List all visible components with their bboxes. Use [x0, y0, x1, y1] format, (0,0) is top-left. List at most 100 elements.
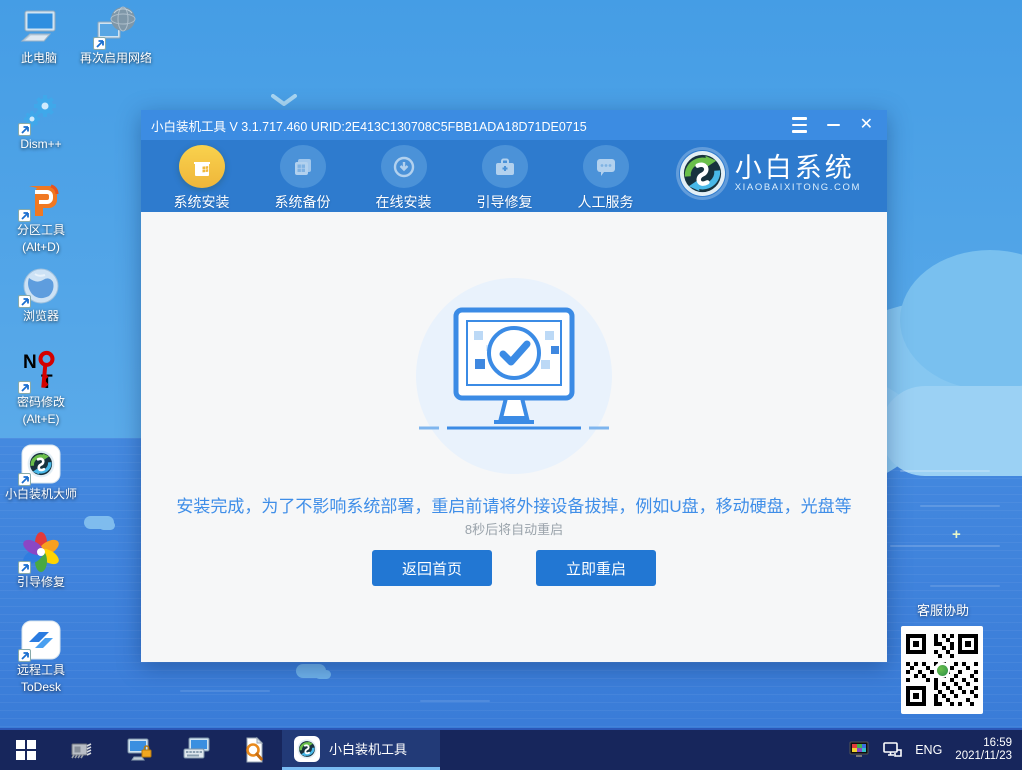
clock-time: 16:59: [955, 737, 1012, 751]
taskbar-icon-search-doc[interactable]: [226, 730, 282, 770]
xiaobai-swirl-icon: [2, 442, 80, 484]
tab-support[interactable]: 人工服务: [555, 140, 656, 212]
display-color-icon[interactable]: [849, 741, 869, 759]
minimize-icon[interactable]: [827, 124, 840, 127]
computer-lock-icon: [125, 737, 153, 763]
back-home-button[interactable]: 返回首页: [372, 550, 492, 586]
shortcut-arrow-icon: [18, 561, 31, 574]
small-cloud: [99, 521, 115, 530]
desktop-icon-label: Dism++: [2, 137, 80, 151]
gears-icon: [2, 92, 80, 134]
taskbar: 小白装机工具 ENG 16:59 2021/11/23: [0, 728, 1022, 770]
shortcut-arrow-icon: [18, 123, 31, 136]
network-icon[interactable]: [882, 742, 902, 758]
language-indicator[interactable]: ENG: [915, 743, 942, 757]
taskbar-icon-cpu-tool[interactable]: [52, 730, 110, 770]
desktop-icon-browser[interactable]: 浏览器: [2, 264, 80, 323]
desktop-icon-this-pc[interactable]: 此电脑: [0, 6, 78, 65]
desktop-icon-label: 远程工具: [2, 663, 80, 677]
window-titlebar[interactable]: 小白装机工具 V 3.1.717.460 URID:2E413C130708C5…: [141, 110, 887, 140]
taskbar-app-xiaobai[interactable]: 小白装机工具: [282, 730, 440, 770]
boot-repair-icon: [482, 145, 528, 188]
shortcut-arrow-icon: [18, 649, 31, 662]
desktop-icon-label: 浏览器: [2, 309, 80, 323]
online-install-icon: [381, 145, 427, 188]
qr-code: [901, 626, 983, 714]
desktop: + 此电脑 再次启用网络: [0, 0, 1022, 770]
tab-label: 在线安装: [376, 192, 432, 212]
shortcut-arrow-icon: [18, 473, 31, 486]
keyboard-monitor-icon: [182, 737, 212, 763]
clock[interactable]: 16:59 2021/11/23: [955, 737, 1012, 764]
tab-label: 人工服务: [578, 192, 634, 212]
partition-tool-icon: [2, 178, 80, 220]
desktop-icon-label: 密码修改: [2, 395, 80, 409]
desktop-icon-boot-repair[interactable]: 引导修复: [2, 530, 80, 589]
menu-icon[interactable]: [792, 115, 807, 135]
desktop-icon-sublabel: (Alt+D): [2, 240, 80, 254]
nav-bar: 系统安装 系统备份 在: [141, 140, 887, 212]
taskbar-icon-pc-lock-tool[interactable]: [110, 730, 168, 770]
chip-icon: [68, 739, 94, 761]
desktop-icon-password-reset[interactable]: N T 密码修改 (Alt+E): [2, 350, 80, 426]
tab-system-backup[interactable]: 系统备份: [252, 140, 353, 212]
start-button[interactable]: [0, 730, 52, 770]
support-panel: 客服协助: [901, 600, 985, 714]
browser-globe-icon: [2, 264, 80, 306]
window-content: 安装完成，为了不影响系统部署，重启前请将外接设备拔掉，例如U盘，移动硬盘，光盘等…: [141, 212, 887, 662]
desktop-icon-sublabel: ToDesk: [2, 680, 80, 694]
brand-swirl-icon: [679, 150, 726, 197]
tab-label: 引导修复: [477, 192, 533, 212]
shortcut-arrow-icon: [93, 37, 106, 50]
tab-online-install[interactable]: 在线安装: [353, 140, 454, 212]
reboot-countdown: 8秒后将自动重启: [141, 519, 887, 538]
svg-text:N: N: [23, 352, 37, 373]
brand-logo[interactable]: 小白系统 XIAOBAIXITONG.COM: [679, 150, 861, 197]
success-monitor-illustration: [399, 304, 629, 454]
this-pc-icon: [0, 6, 78, 48]
sea-sparkle: +: [952, 526, 961, 543]
windows-logo-icon: [16, 740, 36, 760]
completion-message: 安装完成，为了不影响系统部署，重启前请将外接设备拔掉，例如U盘，移动硬盘，光盘等: [141, 492, 887, 517]
desktop-icon-label: 此电脑: [0, 51, 78, 65]
desktop-icon-label: 分区工具: [2, 223, 80, 237]
nt-password-icon: N T: [2, 350, 80, 392]
brand-title: 小白系统: [735, 154, 861, 182]
desktop-icon-label: 引导修复: [2, 575, 80, 589]
desktop-icon-xiaobai-master[interactable]: 小白装机大师: [2, 442, 80, 501]
brand-subtitle: XIAOBAIXITONG.COM: [735, 182, 861, 193]
todesk-icon: [2, 618, 80, 660]
tab-boot-repair[interactable]: 引导修复: [454, 140, 555, 212]
app-swirl-icon: [294, 736, 320, 762]
tab-system-install[interactable]: 系统安装: [151, 140, 252, 212]
shortcut-arrow-icon: [18, 381, 31, 394]
network-globe-icon: [77, 6, 155, 48]
tab-label: 系统安装: [174, 192, 230, 212]
magnifier-document-icon: [242, 737, 266, 763]
installer-window: 小白装机工具 V 3.1.717.460 URID:2E413C130708C5…: [141, 110, 887, 662]
taskbar-app-label: 小白装机工具: [329, 739, 407, 758]
taskbar-icon-osk[interactable]: [168, 730, 226, 770]
tab-label: 系统备份: [275, 192, 331, 212]
desktop-icon-dism[interactable]: Dism++: [2, 92, 80, 151]
small-cloud: [315, 670, 331, 679]
desktop-icon-label: 小白装机大师: [2, 487, 80, 501]
cloud: [880, 386, 1022, 476]
qr-center-logo: [934, 662, 950, 678]
system-tray: ENG 16:59 2021/11/23: [849, 730, 1022, 770]
pinwheel-icon: [2, 530, 80, 572]
shortcut-arrow-icon: [18, 209, 31, 222]
desktop-icon-todesk[interactable]: 远程工具 ToDesk: [2, 618, 80, 694]
close-icon[interactable]: ✕: [860, 117, 873, 133]
clock-date: 2021/11/23: [955, 750, 1012, 764]
support-chat-icon: [583, 145, 629, 188]
support-title: 客服协助: [901, 600, 985, 619]
desktop-icon-sublabel: (Alt+E): [2, 412, 80, 426]
desktop-icon-enable-network[interactable]: 再次启用网络: [77, 6, 155, 65]
desktop-icon-label: 再次启用网络: [77, 51, 155, 65]
desktop-icon-partition-tool[interactable]: 分区工具 (Alt+D): [2, 178, 80, 254]
shortcut-arrow-icon: [18, 295, 31, 308]
chevron-down-icon[interactable]: [270, 94, 298, 107]
system-install-icon: [179, 145, 225, 188]
reboot-now-button[interactable]: 立即重启: [536, 550, 656, 586]
